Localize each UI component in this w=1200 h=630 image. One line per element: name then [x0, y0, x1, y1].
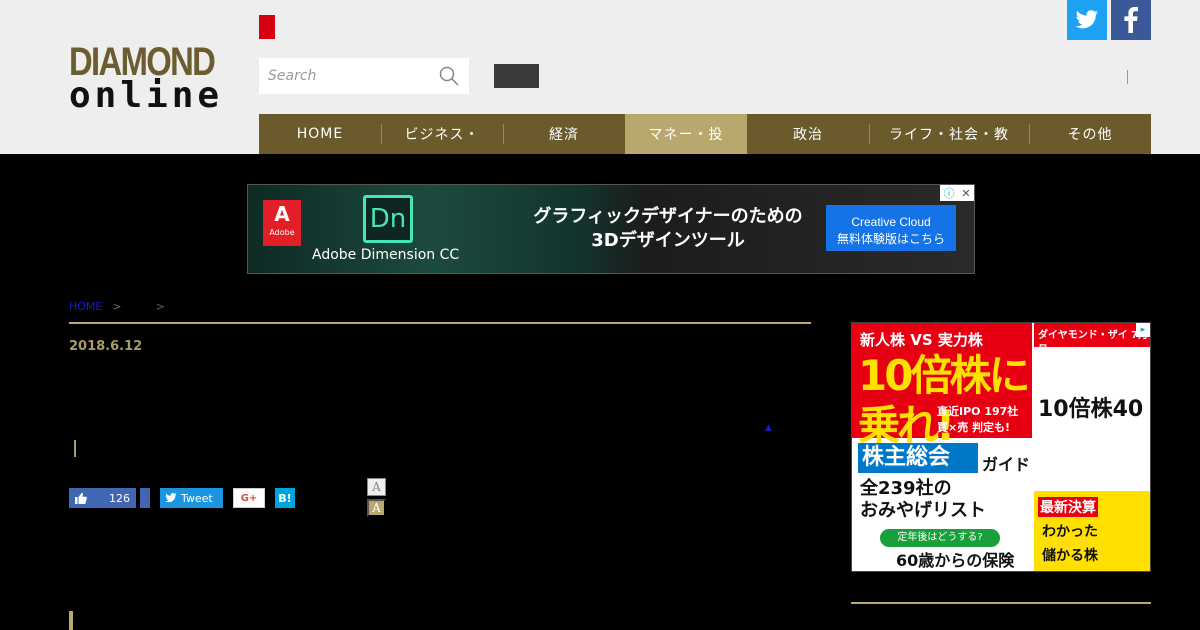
- nav-item-business[interactable]: ビジネス・: [381, 114, 503, 154]
- article-date: 2018.6.12: [69, 339, 143, 354]
- logo-line2: online: [69, 75, 224, 116]
- like-count: 126: [109, 491, 130, 505]
- ad-yellow-panel: 最新決算 わかった 儲かる株: [1034, 491, 1150, 571]
- ad-yellow-line2: わかった: [1042, 524, 1098, 540]
- banner-cta-line1: Creative Cloud: [851, 215, 931, 229]
- ad-big-headline: 10倍株に乗れ!: [858, 351, 1030, 450]
- close-icon[interactable]: ✕: [961, 187, 970, 200]
- banner-cta-button[interactable]: Creative Cloud 無料体験版はこちら: [826, 205, 956, 251]
- article-top-rule: [69, 322, 811, 324]
- banner-headline: グラフィックデザイナーのための 3Dデザインツール: [518, 205, 818, 253]
- ad-list: 全239社の おみやげリスト: [860, 478, 986, 522]
- banner-headline-line1: グラフィックデザイナーのための: [533, 206, 803, 227]
- title-accent-bar: [74, 440, 76, 457]
- ad-guide: ガイド: [982, 455, 1031, 474]
- triangle-up-icon[interactable]: ▲: [765, 423, 772, 433]
- ad-red-panel: 新人株 VS 実力株 10倍株に乗れ! 直近IPO 197社 買×売 判定も!: [852, 323, 1032, 450]
- info-icon: ⓘ: [943, 187, 955, 200]
- nav-item-life[interactable]: ライフ・社会・教: [869, 114, 1029, 154]
- dimension-app-icon: Dn: [363, 195, 413, 243]
- adobe-logo: A Adobe: [263, 200, 301, 246]
- adchoices-icon[interactable]: ▸: [1136, 323, 1150, 337]
- facebook-like-button[interactable]: 126: [69, 488, 136, 508]
- sidebar-ad[interactable]: 新人株 VS 実力株 10倍株に乗れ! 直近IPO 197社 買×売 判定も! …: [851, 322, 1151, 572]
- ad-insurance-line: 60歳からの保険: [896, 551, 1015, 570]
- facebook-follow-button[interactable]: [1111, 0, 1151, 40]
- sidebar-rule: [851, 602, 1151, 604]
- ad-blue-block: 株主総会: [858, 443, 978, 473]
- twitter-follow-button[interactable]: [1067, 0, 1107, 40]
- ad-subline: 直近IPO 197社 買×売 判定も!: [937, 405, 1019, 434]
- font-size-small-button[interactable]: A: [367, 478, 386, 496]
- facebook-icon: [1124, 7, 1138, 33]
- facebook-share-button[interactable]: [140, 488, 150, 508]
- section-accent-bar: [69, 611, 73, 630]
- twitter-icon: [165, 493, 177, 503]
- header-login-button[interactable]: [494, 64, 539, 88]
- ad-list-line1: 全239社の: [860, 478, 952, 499]
- nav-item-money[interactable]: マネー・投: [625, 114, 747, 154]
- tweet-button[interactable]: Tweet: [160, 488, 223, 508]
- nav-item-other[interactable]: その他: [1029, 114, 1151, 154]
- breadcrumb: HOME > >: [69, 300, 165, 313]
- banner-cta-line2: 無料体験版はこちら: [836, 232, 945, 246]
- search-icon[interactable]: [439, 66, 459, 86]
- main-nav: HOME ビジネス・ 経済 マネー・投 政治 ライフ・社会・教 その他: [259, 114, 1151, 154]
- site-logo[interactable]: DIAMOND online: [69, 40, 233, 114]
- twitter-icon: [1075, 10, 1098, 29]
- red-marker: [259, 15, 275, 39]
- font-size-large-button[interactable]: A: [367, 499, 386, 517]
- site-header: DIAMOND online HOME ビジネス・ 経済 マネー・投 政治 ライ…: [0, 0, 1200, 154]
- banner-product-name: Adobe Dimension CC: [312, 247, 460, 263]
- breadcrumb-spacer: [132, 300, 146, 313]
- nav-item-home[interactable]: HOME: [259, 114, 381, 154]
- hatena-bookmark-button[interactable]: B!: [275, 488, 295, 508]
- banner-ad[interactable]: A Adobe Dn Adobe Dimension CC グラフィックデザイナ…: [247, 184, 975, 274]
- header-divider: [1127, 70, 1128, 84]
- breadcrumb-separator: >: [155, 300, 165, 313]
- adchoices-icon[interactable]: ⓘ ✕: [940, 185, 974, 201]
- google-plus-button[interactable]: G+: [233, 488, 265, 508]
- breadcrumb-separator: >: [112, 300, 122, 313]
- magazine-cover: ダイヤモンド・ザイ 7月号 10倍株40: [1034, 323, 1150, 493]
- banner-headline-line2: 3Dデザインツール: [591, 230, 745, 251]
- ad-yellow-line3: 儲かる株: [1042, 548, 1098, 564]
- ad-top-line: 新人株 VS 実力株: [860, 331, 983, 349]
- ad-yellow-line1: 最新決算: [1038, 497, 1098, 517]
- search-input[interactable]: [259, 58, 429, 94]
- search-box: [259, 58, 469, 94]
- nav-item-economy[interactable]: 経済: [503, 114, 625, 154]
- thumbs-up-icon: [75, 492, 87, 504]
- magazine-big: 10倍株40: [1038, 397, 1144, 422]
- breadcrumb-home[interactable]: HOME: [69, 300, 102, 313]
- magazine-title: ダイヤモンド・ザイ 7月号: [1038, 330, 1149, 356]
- ad-oval-badge: 定年後はどうする?: [880, 529, 1000, 547]
- nav-item-politics[interactable]: 政治: [747, 114, 869, 154]
- tweet-label: Tweet: [181, 491, 213, 505]
- adobe-brand-text: Adobe: [269, 228, 295, 237]
- ad-list-line2: おみやげリスト: [860, 500, 986, 521]
